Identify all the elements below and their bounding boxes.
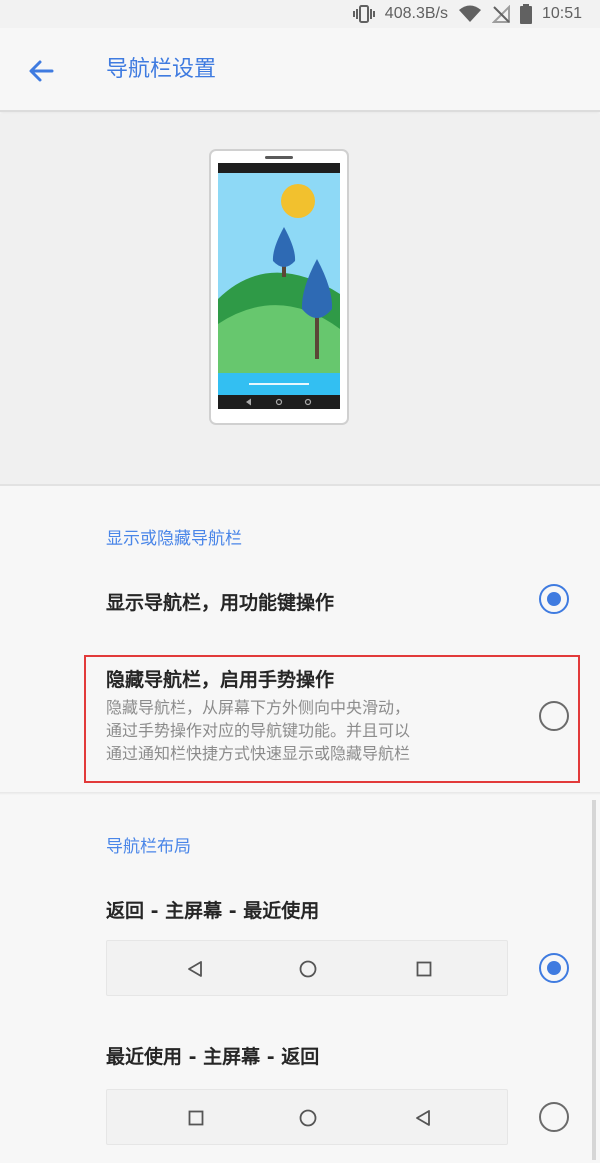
clock-text: 10:51 — [541, 5, 582, 22]
net-speed-text: 408.3B/s — [384, 5, 448, 22]
battery-icon — [519, 4, 532, 24]
no-signal-icon — [491, 5, 510, 23]
back-button[interactable] — [24, 54, 58, 88]
layout-preview-2[interactable] — [106, 1089, 508, 1145]
back-triangle-icon — [185, 959, 205, 979]
home-circle-icon — [298, 959, 318, 979]
section-header-layout: 导航栏布局 — [106, 837, 191, 857]
scrollbar[interactable] — [592, 800, 596, 1160]
radio-layout-1[interactable] — [539, 953, 569, 983]
recents-square-icon — [414, 959, 434, 979]
section-header-visibility: 显示或隐藏导航栏 — [106, 529, 242, 549]
vibrate-icon — [352, 5, 375, 23]
screen: 408.3B/s 10:51 导航栏设置 显示或隐藏导航栏 显示导航栏，用功能键… — [0, 0, 600, 1163]
page-title: 导航栏设置 — [106, 57, 217, 82]
app-bar: 导航栏设置 — [0, 28, 600, 112]
recents-square-icon — [186, 1108, 206, 1128]
back-triangle-icon — [413, 1108, 433, 1128]
layout-option-1-title[interactable]: 返回 - 主屏幕 - 最近使用 — [106, 896, 319, 923]
highlight-annotation-box — [84, 655, 580, 783]
back-arrow-icon — [29, 60, 54, 82]
section-divider — [0, 792, 600, 795]
status-bar: 408.3B/s 10:51 — [0, 0, 600, 28]
home-circle-icon — [298, 1108, 318, 1128]
layout-preview-1[interactable] — [106, 940, 508, 996]
option-show-navbar-title[interactable]: 显示导航栏，用功能键操作 — [106, 588, 334, 615]
radio-layout-2[interactable] — [539, 1102, 569, 1132]
radio-show-navbar[interactable] — [539, 584, 569, 614]
layout-option-2-title[interactable]: 最近使用 - 主屏幕 - 返回 — [106, 1042, 319, 1069]
phone-preview-image — [209, 149, 349, 425]
wifi-icon — [458, 5, 482, 23]
phone-illustration — [0, 114, 600, 486]
